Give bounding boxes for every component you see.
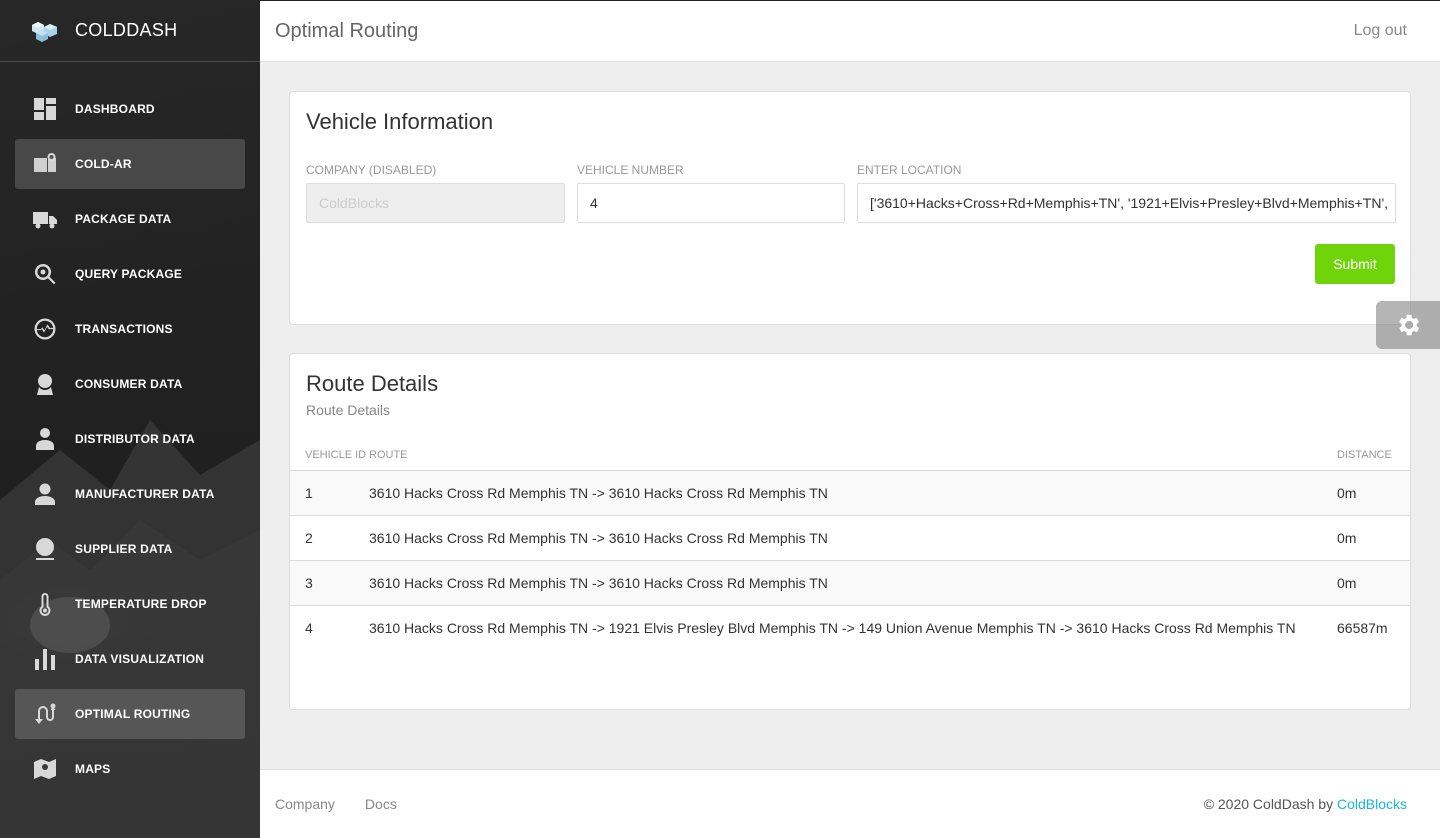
footer-links: Company Docs: [275, 796, 397, 812]
sidebar-item-label: DATA VISUALIZATION: [75, 652, 205, 666]
sidebar-item-label: PACKAGE DATA: [75, 212, 172, 226]
footer-link-company[interactable]: Company: [275, 796, 335, 812]
footer-link-docs[interactable]: Docs: [365, 796, 397, 812]
sidebar-item-maps[interactable]: MAPS: [15, 744, 245, 794]
route-icon: [32, 701, 58, 727]
column-header-vehicle-id[interactable]: VEHICLE ID: [290, 444, 369, 471]
user-face-icon: [32, 371, 58, 397]
vehicle-information-card: Vehicle Information COMPANY (DISABLED) C…: [289, 91, 1411, 325]
sidebar: COLDDASH DASHBOARD COLD-AR PACKAGE DATA …: [0, 0, 260, 838]
table-row: 2 3610 Hacks Cross Rd Memphis TN -> 3610…: [290, 515, 1410, 561]
sidebar-item-transactions[interactable]: TRANSACTIONS: [15, 304, 245, 354]
thermometer-icon: [32, 591, 58, 617]
person-icon: [32, 481, 58, 507]
fixed-settings-button[interactable]: [1376, 301, 1440, 349]
cell-vehicle-id: 3: [290, 560, 369, 606]
page-title: Optimal Routing: [275, 19, 419, 42]
table-header-row: VEHICLE ID ROUTE DISTANCE: [290, 444, 1410, 471]
copyright-text: © 2020 ColdDash by: [1203, 796, 1334, 812]
logout-link[interactable]: Log out: [1354, 22, 1407, 40]
ar-camera-icon: [32, 151, 58, 177]
cell-distance: 0m: [1321, 515, 1410, 561]
sidebar-item-label: DASHBOARD: [75, 102, 155, 116]
sidebar-nav: DASHBOARD COLD-AR PACKAGE DATA QUERY PAC…: [0, 62, 260, 794]
sidebar-item-label: MAPS: [75, 762, 111, 776]
cell-route: 3610 Hacks Cross Rd Memphis TN -> 1921 E…: [369, 619, 1296, 636]
cell-vehicle-id: 2: [290, 515, 369, 561]
table-row: 1 3610 Hacks Cross Rd Memphis TN -> 3610…: [290, 470, 1410, 516]
sidebar-item-label: TRANSACTIONS: [75, 322, 173, 336]
cell-vehicle-id: 4: [305, 619, 313, 636]
sidebar-item-temperature-drop[interactable]: TEMPERATURE DROP: [15, 579, 245, 629]
sidebar-item-data-visualization[interactable]: DATA VISUALIZATION: [15, 634, 245, 684]
location-label: ENTER LOCATION: [857, 163, 962, 177]
cell-vehicle-id: 1: [290, 470, 369, 516]
bar-chart-icon: [32, 646, 58, 672]
sidebar-item-dashboard[interactable]: DASHBOARD: [15, 84, 245, 134]
company-label: COMPANY (DISABLED): [306, 163, 437, 177]
cell-route: 3610 Hacks Cross Rd Memphis TN -> 3610 H…: [369, 470, 1321, 516]
column-header-distance[interactable]: DISTANCE: [1321, 444, 1410, 471]
cell-route: 3610 Hacks Cross Rd Memphis TN -> 3610 H…: [369, 515, 1321, 561]
column-header-route[interactable]: ROUTE: [369, 444, 1321, 471]
cell-distance: 66587m: [1337, 619, 1388, 636]
cell-distance: 0m: [1321, 470, 1410, 516]
activity-icon: [32, 316, 58, 342]
sidebar-item-label: QUERY PACKAGE: [75, 267, 183, 281]
coldblocks-link[interactable]: ColdBlocks: [1337, 796, 1407, 812]
gear-icon: [1399, 314, 1420, 336]
submit-button[interactable]: Submit: [1315, 244, 1395, 284]
sidebar-item-query-package[interactable]: QUERY PACKAGE: [15, 249, 245, 299]
location-field[interactable]: ['3610+Hacks+Cross+Rd+Memphis+TN', '1921…: [857, 183, 1396, 223]
sidebar-item-cold-ar[interactable]: COLD-AR: [15, 139, 245, 189]
card-subtitle: Route Details: [306, 402, 391, 418]
sidebar-item-distributor-data[interactable]: DISTRIBUTOR DATA: [15, 414, 245, 464]
sidebar-item-manufacturer-data[interactable]: MANUFACTURER DATA: [15, 469, 245, 519]
vehicle-number-field[interactable]: 4: [577, 183, 845, 223]
sidebar-item-consumer-data[interactable]: CONSUMER DATA: [15, 359, 245, 409]
cubes-logo-icon: [32, 21, 57, 42]
sidebar-item-package-data[interactable]: PACKAGE DATA: [15, 194, 245, 244]
cell-route: 3610 Hacks Cross Rd Memphis TN -> 3610 H…: [369, 560, 1321, 606]
sidebar-item-supplier-data[interactable]: SUPPLIER DATA: [15, 524, 245, 574]
sidebar-item-optimal-routing[interactable]: OPTIMAL ROUTING: [15, 689, 245, 739]
cell-distance: 0m: [1321, 560, 1410, 606]
sidebar-item-label: DISTRIBUTOR DATA: [75, 432, 195, 446]
sidebar-item-label: TEMPERATURE DROP: [75, 597, 207, 611]
truck-icon: [32, 206, 58, 232]
dashboard-icon: [32, 96, 58, 122]
sidebar-item-label: CONSUMER DATA: [75, 377, 183, 391]
route-details-card: Route Details Route Details VEHICLE ID R…: [289, 353, 1411, 710]
card-title: Route Details: [306, 371, 439, 396]
person-icon: [32, 426, 58, 452]
table-row: 3 3610 Hacks Cross Rd Memphis TN -> 3610…: [290, 560, 1410, 606]
vehicle-number-label: VEHICLE NUMBER: [577, 163, 684, 177]
company-field: ColdBlocks: [306, 183, 565, 223]
sidebar-item-label: MANUFACTURER DATA: [75, 487, 215, 501]
top-navbar: Optimal Routing Log out: [260, 0, 1440, 62]
footer: Company Docs © 2020 ColdDash by ColdBloc…: [260, 769, 1440, 838]
search-icon: [32, 261, 58, 287]
sidebar-item-label: SUPPLIER DATA: [75, 542, 173, 556]
map-icon: [32, 756, 58, 782]
app-name: COLDDASH: [75, 20, 178, 40]
table-row: 4 3610 Hacks Cross Rd Memphis TN -> 1921…: [290, 605, 1410, 650]
sidebar-item-label: OPTIMAL ROUTING: [75, 707, 191, 721]
sidebar-item-label: COLD-AR: [75, 157, 132, 171]
card-title: Vehicle Information: [306, 109, 494, 134]
copyright: © 2020 ColdDash by ColdBlocks: [1204, 796, 1407, 812]
route-table: VEHICLE ID ROUTE DISTANCE 1 3610 Hacks C…: [290, 444, 1410, 650]
person-circle-icon: [32, 536, 58, 562]
brand[interactable]: COLDDASH: [0, 0, 260, 62]
